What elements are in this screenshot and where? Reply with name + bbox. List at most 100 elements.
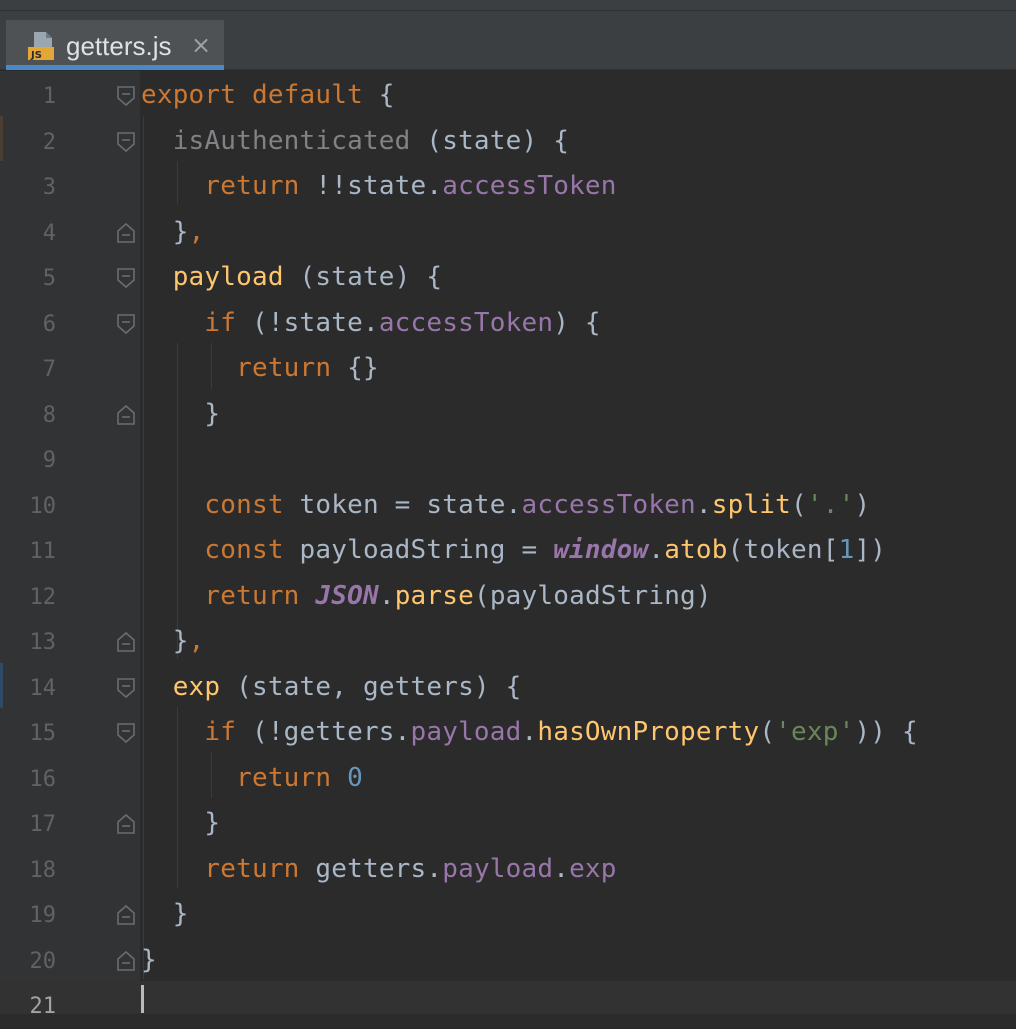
code-token: return bbox=[141, 580, 300, 611]
code-token: ) bbox=[854, 489, 871, 520]
code-token: (token[ bbox=[727, 535, 839, 565]
code-token: if bbox=[141, 307, 237, 338]
fold-end-icon[interactable] bbox=[116, 904, 136, 926]
line-number: 15 bbox=[29, 721, 57, 746]
fold-collapse-icon[interactable] bbox=[116, 267, 136, 289]
code-token: (state) { bbox=[410, 125, 570, 156]
line-number: 16 bbox=[29, 766, 57, 792]
line-number: 17 bbox=[29, 812, 57, 837]
code-line[interactable]: const token = state.accessToken.split('.… bbox=[141, 483, 870, 528]
code-line[interactable]: if (!state.accessToken) { bbox=[141, 301, 601, 346]
line-number: 8 bbox=[42, 402, 56, 428]
code-token: parse bbox=[394, 580, 474, 611]
line-number: 11 bbox=[29, 539, 57, 564]
line-number: 6 bbox=[42, 311, 56, 337]
code-token: } bbox=[141, 944, 157, 975]
code-token: . bbox=[695, 489, 712, 520]
code-token: accessToken bbox=[442, 171, 617, 201]
code-editor[interactable]: 1 2 3 4 5 6 7 8 9 10 11 12 13 14 15 16 17 18 19 20 21 export… bbox=[0, 71, 1016, 1019]
code-token: isAuthenticated bbox=[141, 125, 411, 156]
code-token: const bbox=[141, 489, 284, 520]
code-line[interactable]: payload (state) { bbox=[141, 255, 442, 300]
code-token: (!getters. bbox=[236, 717, 411, 747]
code-token: window bbox=[553, 535, 649, 565]
line-number: 18 bbox=[29, 857, 57, 883]
code-line[interactable]: isAuthenticated (state) { bbox=[141, 119, 569, 164]
editor-tab-bar: JS getters.js × bbox=[0, 0, 1016, 70]
code-token: exp bbox=[141, 671, 221, 702]
fold-collapse-icon[interactable] bbox=[116, 313, 136, 335]
fold-collapse-icon[interactable] bbox=[116, 722, 136, 744]
code-token: const bbox=[141, 535, 284, 565]
code-token: ) { bbox=[553, 307, 601, 338]
code-token: payloadString = bbox=[283, 535, 554, 565]
code-token: export default bbox=[141, 80, 363, 110]
code-token: . bbox=[378, 580, 395, 611]
code-line[interactable]: } bbox=[141, 392, 220, 437]
line-number: 12 bbox=[29, 584, 57, 610]
code-line[interactable]: return JSON.parse(payloadString) bbox=[141, 574, 712, 619]
code-area[interactable]: export default { isAuthenticated (state)… bbox=[141, 71, 1016, 1014]
code-line[interactable]: } bbox=[141, 892, 189, 937]
svg-text:JS: JS bbox=[30, 50, 42, 61]
line-number: 3 bbox=[42, 175, 56, 200]
text-caret bbox=[141, 985, 144, 1013]
fold-end-icon[interactable] bbox=[116, 950, 136, 972]
code-token: , bbox=[188, 216, 205, 247]
fold-collapse-icon[interactable] bbox=[116, 131, 136, 153]
line-number: 13 bbox=[29, 630, 57, 655]
code-token: payload bbox=[141, 262, 284, 292]
code-token: split bbox=[711, 489, 792, 520]
code-token: } bbox=[141, 626, 189, 656]
line-number: 21 bbox=[29, 994, 57, 1019]
fold-collapse-icon[interactable] bbox=[116, 85, 136, 107]
fold-collapse-icon[interactable] bbox=[116, 677, 136, 699]
code-token: atob bbox=[664, 535, 728, 565]
code-token: 0 bbox=[347, 762, 363, 793]
fold-end-icon[interactable] bbox=[116, 813, 136, 835]
code-token: {} bbox=[331, 353, 379, 383]
fold-end-icon[interactable] bbox=[116, 222, 136, 244]
line-number: 2 bbox=[42, 129, 56, 155]
code-line[interactable]: return getters.payload.exp bbox=[141, 847, 617, 892]
code-line[interactable]: }, bbox=[141, 619, 205, 664]
code-token: return bbox=[141, 762, 332, 793]
close-tab-icon[interactable]: × bbox=[190, 30, 212, 60]
code-line[interactable]: } bbox=[141, 938, 157, 983]
line-number: 10 bbox=[29, 493, 57, 519]
code-line[interactable]: }, bbox=[141, 210, 205, 255]
code-token: . bbox=[553, 853, 570, 884]
line-number: 1 bbox=[42, 84, 56, 109]
code-line[interactable]: return 0 bbox=[141, 756, 363, 801]
code-token: . bbox=[648, 535, 665, 565]
code-token: )) { bbox=[854, 717, 918, 747]
line-number: 20 bbox=[29, 948, 57, 974]
code-token: } bbox=[141, 899, 189, 929]
code-line[interactable]: export default { bbox=[141, 73, 395, 118]
code-token: payload bbox=[442, 853, 554, 884]
code-token: if bbox=[141, 717, 237, 747]
code-line[interactable]: return {} bbox=[141, 346, 379, 391]
code-line[interactable]: } bbox=[141, 801, 220, 846]
code-token: (state) { bbox=[283, 262, 443, 292]
code-line[interactable]: exp (state, getters) { bbox=[141, 665, 522, 710]
code-token: 1 bbox=[838, 535, 855, 565]
code-token: accessToken bbox=[378, 307, 554, 338]
fold-end-icon[interactable] bbox=[116, 404, 136, 426]
tab-label: getters.js bbox=[66, 31, 172, 61]
code-line[interactable]: return !!state.accessToken bbox=[141, 164, 617, 209]
tab-getters-js[interactable]: JS getters.js × bbox=[6, 20, 224, 70]
line-number: 9 bbox=[42, 448, 56, 473]
code-token: !!state. bbox=[299, 171, 443, 201]
tab-bar-top-border bbox=[0, 0, 1016, 11]
code-token: , bbox=[188, 626, 205, 656]
code-token: return bbox=[141, 853, 300, 884]
code-token: return bbox=[141, 353, 332, 383]
code-line[interactable]: if (!getters.payload.hasOwnProperty('exp… bbox=[141, 710, 918, 755]
code-line[interactable]: const payloadString = window.atob(token[… bbox=[141, 528, 886, 573]
code-token: accessToken bbox=[521, 489, 696, 520]
fold-end-icon[interactable] bbox=[116, 631, 136, 653]
code-token: hasOwnProperty bbox=[537, 717, 760, 747]
active-tab-indicator bbox=[6, 65, 224, 70]
